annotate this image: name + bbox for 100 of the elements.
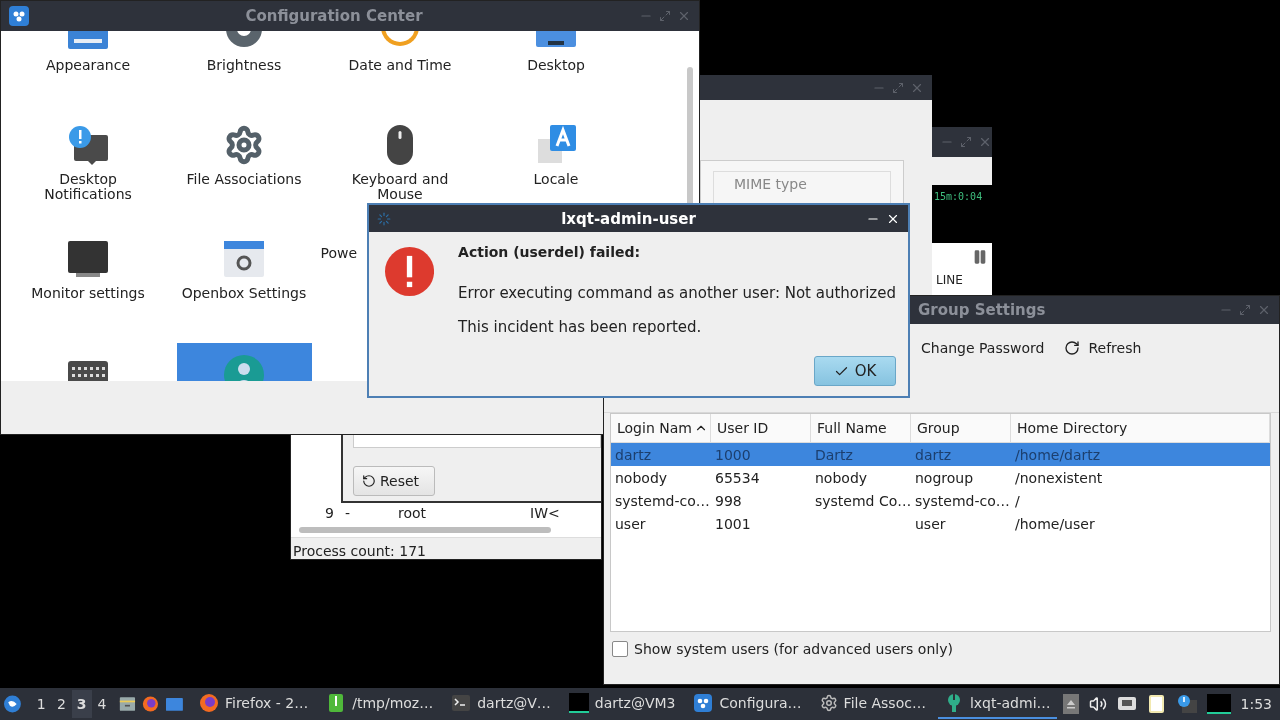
firefox-icon[interactable]	[142, 694, 160, 714]
table-cell-text: IW<	[530, 506, 561, 520]
settings-item[interactable]: Openbox Settings	[176, 229, 312, 343]
undo-icon	[362, 474, 376, 488]
task-button[interactable]: dartz@V…	[445, 689, 557, 719]
clipboard-icon[interactable]	[1146, 694, 1167, 714]
table-cell-text: 1000	[714, 446, 752, 463]
table-row[interactable]: nobody 65534 nobody nogroup /nonexistent	[611, 466, 1270, 489]
monitor-icon	[68, 239, 108, 279]
item-label: File Associations	[185, 172, 303, 187]
task-button[interactable]: /tmp/moz…	[320, 689, 440, 719]
settings-item[interactable]: Keyboard and Mouse	[332, 115, 468, 229]
table-cell-text: nogroup	[914, 469, 975, 486]
desktop-switch[interactable]: 4	[91, 690, 112, 718]
timer-readout: 15m:0:04	[934, 191, 983, 202]
file-cabinet-icon[interactable]	[118, 694, 136, 714]
table-cell-text: -	[345, 506, 352, 520]
app-icon[interactable]	[693, 693, 714, 713]
item-label: Monitor settings	[30, 286, 146, 301]
task-button[interactable]: Firefox - 2…	[193, 689, 315, 719]
locale-icon	[536, 125, 576, 165]
settings-item[interactable]: Appearance	[20, 31, 156, 115]
settings-item[interactable]: File Associations	[176, 115, 312, 229]
task-button[interactable]: Configura…	[687, 689, 808, 719]
table-cell-text: user	[914, 515, 947, 532]
window-icon	[224, 239, 264, 279]
ok-button[interactable]: OK	[814, 356, 896, 386]
scrollbar[interactable]	[299, 527, 551, 533]
table-cell-text: nobody	[614, 469, 669, 486]
window-title: Group Settings	[917, 301, 1047, 319]
task-button[interactable]: File Assoc…	[813, 689, 932, 719]
item-label: Desktop	[526, 58, 586, 73]
desktop-switch[interactable]: 1	[31, 690, 52, 718]
desktop-switch[interactable]: 3	[71, 690, 92, 718]
status-text: Process count: 171	[293, 543, 426, 559]
settings-item[interactable]: Brightness	[176, 31, 312, 115]
table-cell-text: dartz	[914, 446, 953, 463]
table-cell-text: /home/dartz	[1014, 446, 1102, 463]
desktop-switch[interactable]: 2	[51, 690, 72, 718]
firefox-icon[interactable]	[199, 693, 219, 713]
table-cell-text: root	[398, 506, 428, 520]
column-header: MIME type	[734, 176, 807, 192]
item-label: Openbox Settings	[180, 286, 308, 301]
settings-item[interactable]: Desktop	[488, 31, 624, 115]
item-label: Brightness	[205, 58, 283, 73]
table-cell-text: 1001	[714, 515, 752, 532]
table-cell-text: user	[614, 515, 647, 532]
notification-icon	[68, 125, 108, 165]
task-button[interactable]: lxqt-admi…	[937, 689, 1057, 719]
table-cell-text: systemd Co…	[814, 492, 911, 509]
spinner-icon	[377, 211, 391, 226]
table-row[interactable]: user 1001 user /home/user	[611, 512, 1270, 535]
table-cell-text: 9	[325, 506, 335, 520]
monitor-icon[interactable]	[1206, 694, 1231, 714]
table-cell-text: /home/user	[1014, 515, 1096, 532]
table-row[interactable]: systemd-co… 998 systemd Co… systemd-co… /	[611, 489, 1270, 512]
window-title: Configuration Center	[244, 7, 424, 25]
terminal-icon[interactable]	[451, 693, 472, 713]
checkbox[interactable]	[612, 641, 628, 657]
item-label: Desktop Notifications	[43, 172, 133, 202]
table-cell-text: /	[1014, 492, 1021, 509]
notification-icon[interactable]	[1176, 694, 1197, 714]
table-cell-text: dartz	[614, 446, 653, 463]
settings-item[interactable]: Desktop Notifications	[20, 115, 156, 229]
clock[interactable]: 1:53	[1240, 696, 1272, 712]
item-label: Date and Time	[347, 58, 453, 73]
pause-icon[interactable]	[972, 249, 988, 265]
table-cell-text: nobody	[814, 469, 869, 486]
toolbar-button[interactable]: Change Password	[921, 340, 1045, 356]
refresh-icon	[1064, 340, 1081, 356]
item-label: Keyboard and Mouse	[350, 172, 450, 202]
column-header[interactable]: Home Directory	[1011, 414, 1270, 443]
error-icon	[385, 244, 435, 299]
channel-label: LINE	[936, 273, 963, 287]
table-cell-text: systemd-co…	[914, 492, 1011, 509]
toolbar-button[interactable]: Refresh	[1064, 340, 1142, 356]
error-heading: Action (userdel) failed:	[458, 244, 642, 260]
column-header[interactable]: User ID	[711, 414, 811, 443]
menu-icon[interactable]	[4, 694, 21, 714]
user-icon	[224, 353, 264, 381]
checkbox-label: Show system users (for advanced users only)	[634, 641, 953, 657]
window-title: lxqt-admin-user	[560, 209, 697, 228]
column-header[interactable]: Group	[911, 414, 1011, 443]
error-note: This incident has been reported.	[458, 318, 703, 336]
reset-button[interactable]: Reset	[353, 466, 435, 496]
settings-item[interactable]: Monitor settings	[20, 229, 156, 343]
table-cell-text: 998	[714, 492, 743, 509]
item-label: Locale	[532, 172, 580, 187]
app-icon	[9, 6, 29, 26]
item-label: Appearance	[44, 58, 132, 73]
eject-icon[interactable]	[1062, 694, 1079, 714]
table-cell-text: 65534	[714, 469, 761, 486]
settings-item[interactable]: Date and Time	[332, 31, 468, 115]
task-button[interactable]: dartz@VM3	[562, 689, 682, 719]
column-header[interactable]: Login Nam	[611, 414, 711, 443]
table-cell-text: /nonexistent	[1014, 469, 1104, 486]
column-header[interactable]: Full Name	[811, 414, 911, 443]
table-cell-text: systemd-co…	[614, 492, 711, 509]
volume-icon[interactable]	[1088, 695, 1107, 713]
terminal-icon[interactable]	[568, 693, 589, 713]
